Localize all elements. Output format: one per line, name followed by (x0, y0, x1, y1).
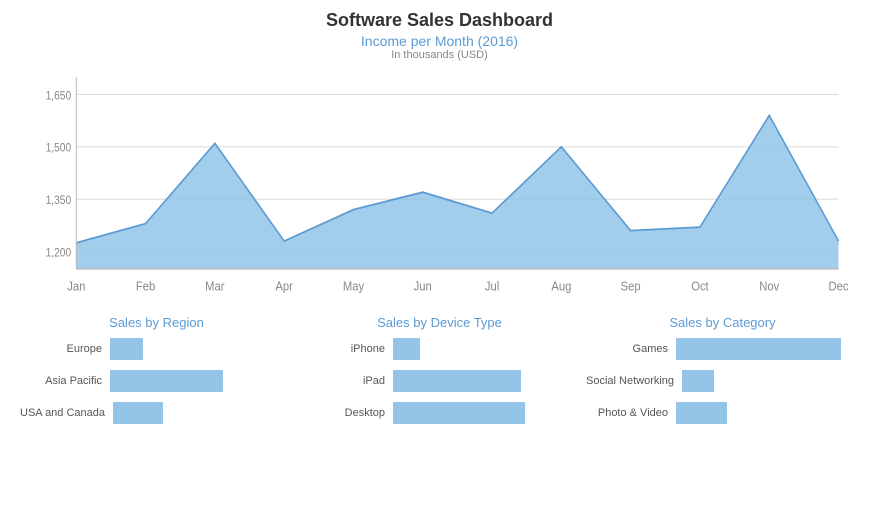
bar-row: USA and Canada (20, 402, 293, 424)
bar-label: Desktop (303, 407, 393, 419)
dashboard: Software Sales Dashboard Income per Mont… (0, 0, 879, 514)
bar-fill (676, 402, 727, 424)
bar-track (393, 402, 576, 424)
bar-track (113, 402, 293, 424)
bar-fill (682, 370, 714, 392)
bar-label: Photo & Video (586, 407, 676, 419)
bar-row: Europe (20, 338, 293, 360)
region-bars-container: Europe Asia Pacific USA and Canada (20, 338, 293, 434)
svg-text:Mar: Mar (205, 279, 224, 294)
svg-text:Apr: Apr (275, 279, 293, 294)
svg-text:1,500: 1,500 (46, 142, 72, 155)
bar-row: Asia Pacific (20, 370, 293, 392)
bar-fill (110, 370, 223, 392)
bar-row: Photo & Video (586, 402, 859, 424)
area-chart: 1,200 1,350 1,500 1,650 Jan Feb Mar Apr May Jun Ju… (20, 65, 859, 305)
bar-fill (110, 338, 143, 360)
bar-track (682, 370, 859, 392)
device-title: Sales by Device Type (303, 315, 576, 330)
bar-label: USA and Canada (20, 407, 113, 419)
svg-text:Aug: Aug (551, 279, 571, 294)
area-chart-title: Income per Month (2016) (20, 33, 859, 49)
category-title: Sales by Category (586, 315, 859, 330)
bar-label: Social Networking (586, 375, 682, 387)
bar-track (676, 402, 859, 424)
svg-text:Oct: Oct (691, 279, 709, 294)
bar-fill (393, 370, 521, 392)
bar-fill (113, 402, 163, 424)
svg-text:Nov: Nov (759, 279, 780, 294)
bottom-charts: Sales by Region Europe Asia Pacific USA an… (20, 315, 859, 504)
category-bars-container: Games Social Networking Photo & Video (586, 338, 859, 434)
bar-row: Social Networking (586, 370, 859, 392)
bar-row: iPhone (303, 338, 576, 360)
bar-track (110, 370, 293, 392)
area-chart-subtitle: In thousands (USD) (20, 49, 859, 61)
svg-text:1,650: 1,650 (46, 90, 72, 103)
device-bars-container: iPhone iPad Desktop (303, 338, 576, 434)
sales-by-region: Sales by Region Europe Asia Pacific USA an… (20, 315, 293, 504)
svg-text:1,200: 1,200 (46, 247, 72, 260)
region-title: Sales by Region (20, 315, 293, 330)
svg-text:Feb: Feb (136, 279, 156, 294)
bar-track (676, 338, 859, 360)
svg-text:Jun: Jun (414, 279, 432, 294)
bar-row: Desktop (303, 402, 576, 424)
bar-track (110, 338, 293, 360)
svg-text:Dec: Dec (829, 279, 849, 294)
svg-text:May: May (343, 279, 365, 294)
sales-by-device: Sales by Device Type iPhone iPad Desktop (303, 315, 576, 504)
bar-label: Games (586, 343, 676, 355)
bar-fill (393, 402, 525, 424)
bar-row: iPad (303, 370, 576, 392)
bar-track (393, 338, 576, 360)
svg-text:Jul: Jul (485, 279, 499, 294)
svg-text:Sep: Sep (621, 279, 641, 294)
bar-label: Europe (20, 343, 110, 355)
bar-label: Asia Pacific (20, 375, 110, 387)
bar-track (393, 370, 576, 392)
svg-text:1,350: 1,350 (46, 194, 72, 207)
svg-text:Jan: Jan (67, 279, 85, 294)
bar-label: iPad (303, 375, 393, 387)
sales-by-category: Sales by Category Games Social Networking… (586, 315, 859, 504)
bar-fill (393, 338, 420, 360)
main-title: Software Sales Dashboard (20, 10, 859, 31)
bar-fill (676, 338, 841, 360)
bar-row: Games (586, 338, 859, 360)
bar-label: iPhone (303, 343, 393, 355)
